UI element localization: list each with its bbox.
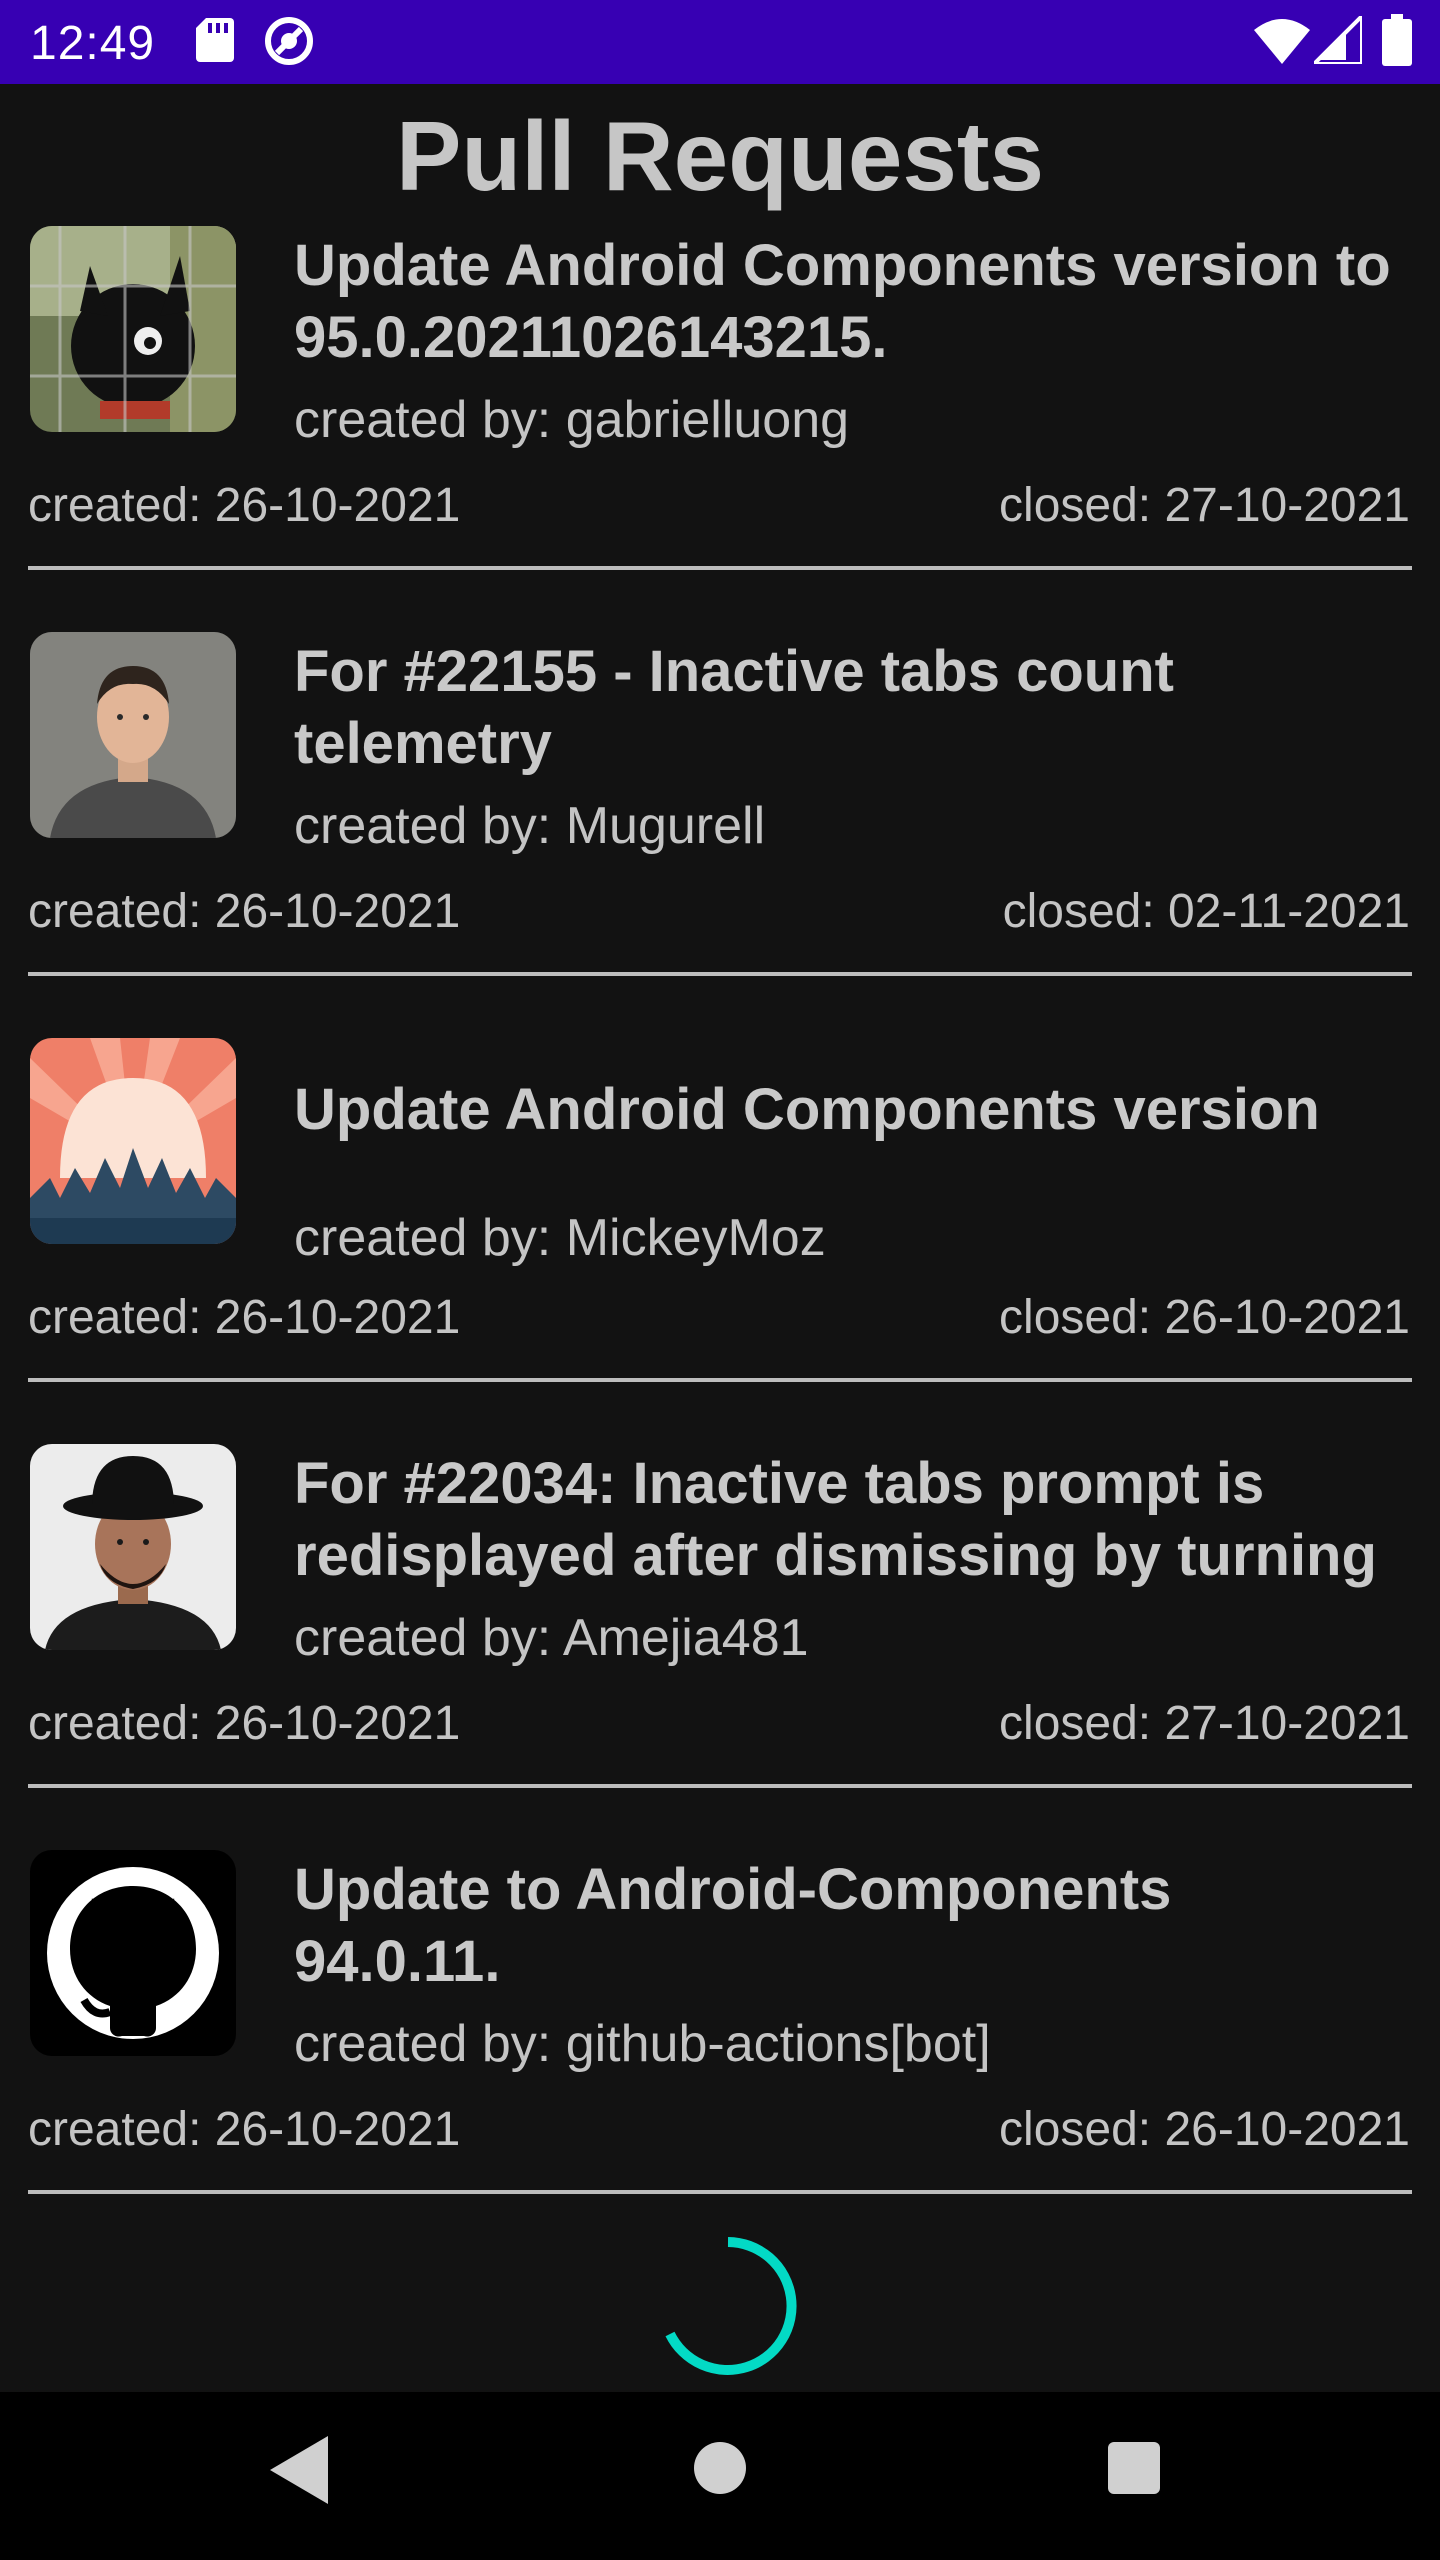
pull-request-title: For #22034: Inactive tabs prompt is redi… <box>294 1451 1377 1588</box>
pull-request-author: created by: Amejia481 <box>294 1609 809 1667</box>
pull-request-author: created by: gabrielluong <box>294 391 850 449</box>
back-icon[interactable] <box>270 2436 330 2504</box>
divider <box>28 1378 1412 1382</box>
wifi-icon <box>1254 19 1310 64</box>
pull-request-author: created by: MickeyMoz <box>294 1209 826 1267</box>
pull-request-created-date: created: 26-10-2021 <box>28 1697 461 1750</box>
divider <box>28 566 1412 570</box>
pull-request-title: Update Android Components version <box>294 1077 1320 1142</box>
home-icon[interactable] <box>694 2442 746 2494</box>
man-portrait-avatar <box>30 632 236 838</box>
divider <box>28 972 1412 976</box>
pull-request-closed-date: closed: 27-10-2021 <box>999 1697 1410 1750</box>
pull-request-created-date: created: 26-10-2021 <box>28 479 461 532</box>
navigation-bar <box>0 2392 1440 2560</box>
pull-request-closed-date: closed: 27-10-2021 <box>999 479 1410 532</box>
pull-request-item[interactable]: Update Android Components version to 95.… <box>0 212 1440 618</box>
pull-request-item[interactable]: For #22034: Inactive tabs prompt is redi… <box>0 1430 1440 1836</box>
status-time: 12:49 <box>30 17 156 70</box>
crowd-illustration-avatar <box>30 1038 236 1244</box>
page-title: Pull Requests <box>395 101 1045 211</box>
pull-request-item[interactable]: For #22155 - Inactive tabs count telemet… <box>0 618 1440 1024</box>
pull-request-title: Update to Android-Components 94.0.11. <box>294 1857 1172 1994</box>
pull-request-closed-date: closed: 26-10-2021 <box>999 2103 1410 2156</box>
signal-icon <box>1314 16 1362 64</box>
pull-request-closed-date: closed: 02-11-2021 <box>1002 885 1410 938</box>
pull-request-title: For #22155 - Inactive tabs count telemet… <box>294 639 1174 776</box>
sd-card-icon <box>196 18 234 62</box>
pull-request-created-date: created: 26-10-2021 <box>28 885 461 938</box>
recents-icon[interactable] <box>1108 2442 1160 2494</box>
pull-request-item[interactable]: Update to Android-Components 94.0.11. cr… <box>0 1836 1440 2242</box>
pull-request-item[interactable]: Update Android Components version create… <box>0 1024 1440 1430</box>
pull-request-created-date: created: 26-10-2021 <box>28 1291 461 1344</box>
pull-request-closed-date: closed: 26-10-2021 <box>999 1291 1410 1344</box>
loading-spinner <box>665 2237 797 2375</box>
man-with-hat-avatar <box>30 1444 236 1650</box>
github-octocat-avatar <box>30 1850 236 2056</box>
plush-toy-avatar <box>30 226 236 432</box>
sync-icon <box>265 17 313 65</box>
pull-request-created-date: created: 26-10-2021 <box>28 2103 461 2156</box>
pull-request-title: Update Android Components version to 95.… <box>294 233 1391 370</box>
status-bar: 12:49 <box>0 0 1440 84</box>
pull-request-author: created by: github-actions[bot] <box>294 2015 991 2073</box>
battery-icon <box>1382 14 1412 66</box>
divider <box>28 1784 1412 1788</box>
pull-request-author: created by: Mugurell <box>294 797 766 855</box>
divider <box>28 2190 1412 2194</box>
